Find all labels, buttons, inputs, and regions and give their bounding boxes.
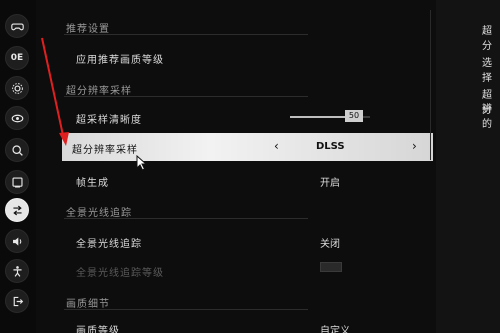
section-header-quality-detail: 画质细节 bbox=[66, 299, 110, 310]
section-divider bbox=[64, 309, 308, 310]
quality-level-value[interactable]: 自定义 bbox=[320, 322, 350, 333]
super-resolution-value: DLSS bbox=[316, 141, 345, 152]
section-header-super-resolution: 超分辨率采样 bbox=[66, 86, 132, 97]
section-header-recommended: 推荐设置 bbox=[66, 24, 110, 35]
settings-icon[interactable] bbox=[5, 76, 29, 100]
ray-tracing-quality-label: 全景光线追踪等级 bbox=[76, 268, 164, 279]
section-header-ray-tracing: 全景光线追踪 bbox=[66, 208, 132, 219]
description-panel: 超分 选择 超分 辨的 bbox=[436, 0, 500, 333]
display-icon[interactable]: 0E bbox=[5, 46, 29, 70]
super-resolution-row[interactable]: 超分辨率采样 ‹ DLSS › bbox=[62, 133, 433, 161]
ray-tracing-label[interactable]: 全景光线追踪 bbox=[76, 235, 142, 250]
arrow-left-icon[interactable]: ‹ bbox=[274, 139, 279, 153]
ray-tracing-value[interactable]: 关闭 bbox=[320, 235, 340, 250]
audio-icon[interactable] bbox=[5, 229, 29, 253]
sampling-sharpness-slider-fill bbox=[290, 116, 345, 118]
panel-divider bbox=[430, 10, 431, 160]
graphics-icon[interactable] bbox=[5, 198, 29, 222]
gamepad-icon[interactable] bbox=[5, 14, 29, 38]
frame-generation-label[interactable]: 帧生成 bbox=[76, 174, 109, 189]
display-icon-glyph: 0E bbox=[10, 53, 24, 63]
eye-icon[interactable] bbox=[5, 106, 29, 130]
description-line: 辨的 bbox=[482, 104, 492, 130]
sampling-sharpness-value[interactable]: 50 bbox=[345, 110, 363, 122]
description-line: 选择 bbox=[482, 58, 492, 84]
settings-panel: 推荐设置 应用推荐画质等级 超分辨率采样 超采样清晰度 50 超分辨率采样 ‹ … bbox=[40, 0, 433, 333]
sampling-sharpness-label: 超采样清晰度 bbox=[76, 115, 142, 126]
super-resolution-label: 超分辨率采样 bbox=[72, 145, 138, 156]
search-icon[interactable] bbox=[5, 138, 29, 162]
ray-tracing-quality-control bbox=[320, 262, 342, 272]
section-divider bbox=[64, 34, 308, 35]
sidebar: 0E bbox=[0, 0, 36, 333]
section-divider bbox=[64, 218, 308, 219]
mouse-cursor-icon bbox=[136, 155, 148, 171]
quality-level-label[interactable]: 画质等级 bbox=[76, 322, 120, 333]
accessibility-icon[interactable] bbox=[5, 259, 29, 283]
frame-generation-value[interactable]: 开启 bbox=[320, 174, 340, 189]
section-divider bbox=[64, 96, 308, 97]
description-line: 超分 bbox=[482, 26, 492, 52]
apply-recommended-button[interactable]: 应用推荐画质等级 bbox=[76, 51, 164, 66]
exit-icon[interactable] bbox=[5, 289, 29, 313]
arrow-right-icon[interactable]: › bbox=[412, 139, 417, 153]
monitor-icon[interactable] bbox=[5, 170, 29, 194]
